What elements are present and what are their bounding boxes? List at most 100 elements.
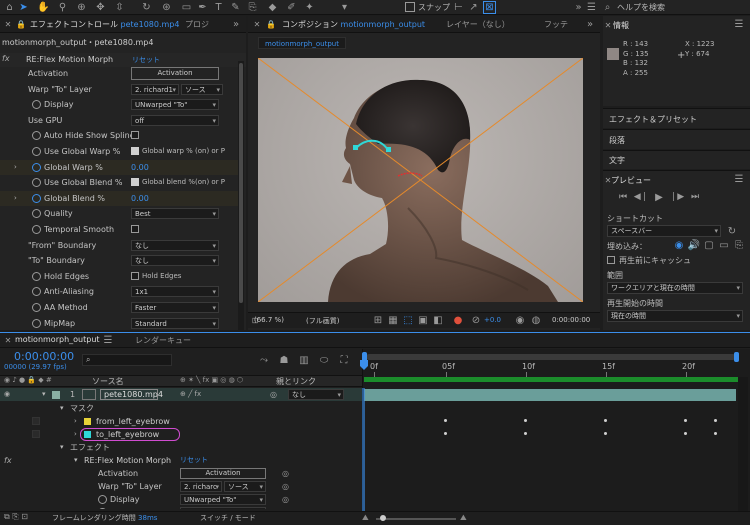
layer-switches[interactable]: ⊕ ╱ fx bbox=[180, 388, 201, 401]
rectangle-tool-icon[interactable]: ▭ bbox=[180, 1, 193, 14]
snapshot-icon[interactable]: ◉ bbox=[514, 314, 526, 326]
mask-color[interactable] bbox=[84, 431, 91, 438]
play-start-select[interactable]: 現在の時間 bbox=[607, 310, 743, 322]
snap-mode-icon[interactable]: ↗ bbox=[467, 1, 480, 14]
keyframe[interactable] bbox=[524, 419, 527, 422]
current-time[interactable]: 0:00:00:00 bbox=[552, 316, 590, 324]
tab-effect-controls[interactable]: エフェクトコントロール pete1080.mp4 bbox=[30, 16, 179, 33]
scrollbar[interactable] bbox=[238, 61, 244, 330]
reset-link[interactable]: リセット bbox=[180, 454, 208, 467]
show-snapshot-icon[interactable]: ◍ bbox=[530, 314, 542, 326]
frame-blending-icon[interactable]: ▥ bbox=[298, 354, 310, 366]
puppet-tool-icon[interactable]: ✦ bbox=[303, 1, 316, 14]
zoom-select[interactable]: (66.7 %) bbox=[254, 316, 284, 324]
lock-icon[interactable]: 🔒 bbox=[16, 19, 26, 29]
stopwatch-icon[interactable] bbox=[32, 178, 41, 188]
property-value[interactable]: 0.00 bbox=[131, 160, 149, 176]
effect-property-row[interactable]: Use GPU off bbox=[0, 113, 244, 129]
effect-property-row[interactable]: AA Method Faster bbox=[0, 300, 244, 316]
keyframe[interactable] bbox=[444, 432, 447, 435]
checkbox[interactable] bbox=[131, 225, 139, 233]
effect-property-row[interactable]: Activation Activation bbox=[0, 66, 244, 82]
roi-icon[interactable]: ⊞ bbox=[372, 314, 384, 326]
switch-mode-toggle[interactable]: スイッチ / モード bbox=[200, 513, 256, 523]
overflow-icon[interactable]: » bbox=[230, 19, 242, 30]
timeline-property-row[interactable]: Use GPU off ◎ bbox=[0, 506, 362, 509]
zoom-in-icon[interactable]: ⛰ bbox=[460, 513, 467, 523]
property-select[interactable]: off bbox=[180, 507, 266, 509]
zoom-out-icon[interactable]: ⛰ bbox=[362, 513, 369, 523]
checkbox[interactable] bbox=[131, 131, 139, 140]
property-checkbox[interactable]: Global warp % (on) or P bbox=[131, 144, 236, 160]
stopwatch-icon[interactable] bbox=[98, 495, 107, 504]
last-frame-icon[interactable]: ⏭ bbox=[689, 191, 701, 203]
stopwatch-icon[interactable] bbox=[32, 287, 41, 297]
effect-property-row[interactable]: › Global Warp % 0.00 bbox=[0, 159, 244, 176]
close-icon[interactable]: ✕ bbox=[603, 20, 613, 30]
exposure-value[interactable]: +0.0 bbox=[484, 316, 501, 324]
stopwatch-icon[interactable] bbox=[32, 131, 41, 141]
expression-icon[interactable]: ◎ bbox=[282, 467, 289, 480]
video-toggle-icon[interactable]: ◉ bbox=[673, 240, 685, 251]
pan-behind-icon[interactable]: ⊛ bbox=[160, 1, 173, 14]
shy-icon[interactable]: ☗ bbox=[278, 354, 290, 366]
layer-name[interactable]: pete1080.mp4 bbox=[100, 389, 163, 400]
clone-tool-icon[interactable]: ⎘ bbox=[246, 1, 259, 14]
timeline-property-row[interactable]: Display UNwarped "To" ◎ bbox=[0, 493, 362, 506]
cache-checkbox[interactable] bbox=[607, 256, 615, 264]
motion-blur-icon[interactable]: ⬭ bbox=[318, 354, 330, 366]
effect-property-row[interactable]: Temporal Smooth bbox=[0, 222, 244, 238]
move-tool-icon[interactable]: ✥ bbox=[94, 1, 107, 14]
audio-toggle-icon[interactable]: 🔊 bbox=[688, 240, 700, 251]
footer-toggle-icons[interactable]: ⧉ ⎘ ⊡ bbox=[4, 512, 28, 522]
timeline-search[interactable]: ⌕ bbox=[82, 354, 172, 366]
masks-group[interactable]: ▾ マスク bbox=[0, 402, 362, 415]
label-color[interactable] bbox=[52, 391, 60, 399]
keyframe[interactable] bbox=[604, 432, 607, 435]
effect-property-row[interactable]: Use Global Blend % Global blend %(on) or … bbox=[0, 175, 244, 191]
lock-icon[interactable]: 🔒 bbox=[266, 19, 276, 29]
tab-timeline[interactable]: motionmorph_output bbox=[15, 335, 100, 344]
effect-property-row[interactable]: Use Global Warp % Global warp % (on) or P bbox=[0, 144, 244, 160]
mask-row-to[interactable]: › to_left_eyebrow bbox=[0, 428, 362, 441]
zoom-tool-icon[interactable]: ⚲ bbox=[56, 1, 69, 14]
tab-footage[interactable]: フッテ bbox=[544, 16, 568, 33]
layer-row[interactable]: ◉ ▾ 1 pete1080.mp4 ⊕ ╱ fx ◎ なし bbox=[0, 388, 362, 401]
panel-menu-icon[interactable]: ☰ bbox=[733, 19, 745, 30]
property-checkbox[interactable]: Global blend %(on) or P bbox=[131, 175, 236, 191]
navigator-end-handle[interactable] bbox=[734, 352, 739, 362]
checkbox[interactable] bbox=[131, 178, 139, 187]
eye-icon[interactable]: ◉ bbox=[4, 388, 10, 401]
effects-presets-panel[interactable]: エフェクト＆プリセット bbox=[603, 108, 750, 128]
fx-icon[interactable]: fx bbox=[2, 54, 10, 63]
close-icon[interactable]: ✕ bbox=[252, 19, 262, 29]
stopwatch-icon[interactable] bbox=[32, 147, 41, 156]
first-frame-icon[interactable]: ⏮ bbox=[617, 191, 629, 203]
column-source-name[interactable]: ソース名 bbox=[92, 376, 124, 387]
loop-icon[interactable]: ↻ bbox=[726, 225, 738, 237]
brush-tool-icon[interactable]: ✎ bbox=[229, 1, 242, 14]
snap-options-icon[interactable]: ⊢ bbox=[452, 1, 465, 14]
search-icon[interactable]: ⌕ bbox=[601, 1, 614, 14]
overlay-icon[interactable]: ▢ bbox=[703, 240, 715, 251]
character-panel[interactable]: 文字 bbox=[603, 150, 750, 169]
zoom-slider[interactable] bbox=[376, 518, 456, 520]
snap-grid-icon[interactable]: ⊠ bbox=[483, 1, 496, 14]
layer-time-bar[interactable] bbox=[364, 389, 736, 401]
source-select[interactable]: ソース bbox=[224, 481, 266, 492]
property-select[interactable]: UNwarped "To" bbox=[131, 99, 219, 111]
transparency-grid-icon[interactable]: ▦ bbox=[387, 314, 399, 326]
layer-controls-icon[interactable]: ▭ bbox=[718, 240, 730, 251]
keyframe[interactable] bbox=[714, 419, 717, 422]
fx-icon[interactable]: fx bbox=[4, 454, 12, 467]
work-area-bar[interactable] bbox=[364, 377, 738, 382]
pickwhip-icon[interactable]: ◎ bbox=[270, 388, 277, 401]
stopwatch-icon[interactable] bbox=[32, 303, 41, 312]
checkbox[interactable] bbox=[131, 271, 139, 280]
help-search-input[interactable]: ヘルプを検索 bbox=[617, 1, 665, 14]
reset-link[interactable]: リセット bbox=[132, 55, 160, 65]
exposure-icon[interactable]: ⊘ bbox=[470, 314, 482, 326]
effect-property-row[interactable]: Display UNwarped "To" bbox=[0, 97, 244, 113]
expand-arrow-icon[interactable]: ▾ bbox=[42, 388, 46, 401]
timeline-property-row[interactable]: Warp "To" Layer 2. richarcソース ◎ bbox=[0, 480, 362, 493]
